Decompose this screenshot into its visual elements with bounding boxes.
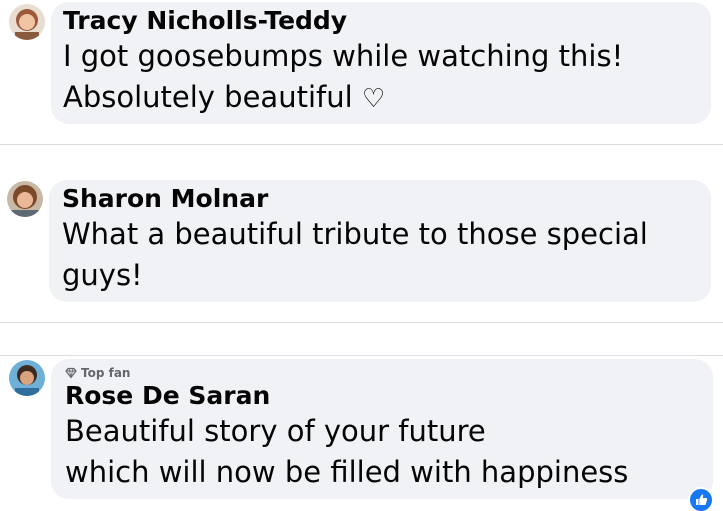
diamond-icon — [65, 367, 77, 379]
comment-text: I got goosebumps while watching this! Ab… — [63, 36, 699, 120]
avatar[interactable] — [9, 360, 45, 396]
comment-text-segment: Absolutely beautiful — [63, 80, 353, 114]
avatar[interactable] — [9, 4, 45, 40]
avatar-image — [7, 181, 43, 217]
comment-text-line: What a beautiful tribute to those specia… — [62, 217, 648, 251]
comment-text-line: which will now be filled with happiness — [65, 455, 629, 489]
comment-bubble: Sharon Molnar What a beautiful tribute t… — [49, 180, 711, 302]
divider — [0, 322, 723, 323]
avatar-image — [9, 4, 45, 40]
comment-bubble: Top fan Rose De Saran Beautiful story of… — [51, 359, 713, 499]
divider — [0, 144, 723, 145]
like-icon — [696, 494, 708, 505]
comment-text: What a beautiful tribute to those specia… — [62, 214, 698, 296]
like-reaction[interactable] — [688, 487, 714, 511]
avatar-image — [9, 360, 45, 396]
comment-bubble: Tracy Nicholls-Teddy I got goosebumps wh… — [51, 2, 711, 124]
comment-author[interactable]: Tracy Nicholls-Teddy — [63, 6, 699, 36]
divider — [0, 355, 723, 356]
comment-text-line: Absolutely beautiful ♡ — [63, 77, 699, 120]
comment-text-line: I got goosebumps while watching this! — [63, 39, 624, 73]
badge-label: Top fan — [81, 366, 131, 380]
comments-feed: Tracy Nicholls-Teddy I got goosebumps wh… — [0, 0, 723, 511]
comment-text-line: Beautiful story of your future — [65, 414, 486, 448]
comment-text-line: guys! — [62, 258, 143, 292]
comment-author[interactable]: Sharon Molnar — [62, 184, 698, 214]
comment-author[interactable]: Rose De Saran — [65, 381, 699, 411]
avatar[interactable] — [7, 181, 43, 217]
comment-text: Beautiful story of your future which wil… — [65, 411, 699, 493]
top-fan-badge: Top fan — [65, 365, 699, 381]
heart-emoji: ♡ — [361, 84, 386, 114]
